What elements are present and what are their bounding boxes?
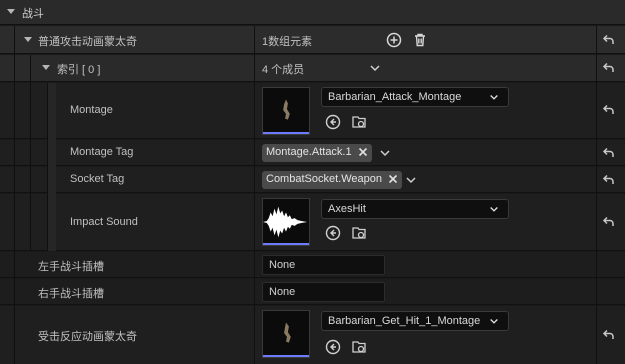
close-icon[interactable] <box>358 147 368 160</box>
hit-react-thumbnail[interactable] <box>262 310 310 358</box>
indent-guide <box>14 26 15 364</box>
left-hand-socket-label: 左手战斗插槽 <box>38 261 104 273</box>
socket-tag-label: Socket Tag <box>70 173 125 185</box>
chevron-down-icon[interactable] <box>403 172 419 188</box>
find-in-folder-icon[interactable] <box>351 225 367 241</box>
browse-arrow-icon[interactable] <box>325 339 341 355</box>
chevron-down-icon[interactable] <box>488 317 500 330</box>
montage-asset-name: Barbarian_Attack_Montage <box>328 91 462 103</box>
array-index-row: 索引 [ 0 ] 4 个成员 <box>0 55 625 82</box>
array-row-attack-montages: 普通攻击动画蒙太奇 1数组元素 <box>0 26 625 54</box>
impact-sound-thumbnail[interactable] <box>262 198 310 246</box>
index-summary: 4 个成员 <box>262 64 305 76</box>
right-hand-socket-input[interactable]: None <box>262 282 385 302</box>
chevron-down-icon[interactable] <box>367 60 383 76</box>
reset-arrow-icon[interactable] <box>601 32 617 48</box>
section-header-combat[interactable]: 战斗 <box>0 0 625 25</box>
left-hand-socket-row: 左手战斗插槽 None <box>0 252 625 278</box>
indent-guide <box>48 83 56 251</box>
find-in-folder-icon[interactable] <box>351 114 367 130</box>
montage-row: Montage Barbarian_Attack_Montage <box>0 83 625 139</box>
asset-type-bar <box>263 132 309 134</box>
montage-tag-row: Montage Tag Montage.Attack.1 <box>0 140 625 166</box>
collapse-triangle-icon[interactable] <box>7 9 15 14</box>
reset-arrow-icon[interactable] <box>601 327 617 343</box>
montage-thumbnail[interactable] <box>262 87 310 135</box>
close-icon[interactable] <box>388 174 398 187</box>
montage-label: Montage <box>70 104 113 116</box>
socket-tag-value: CombatSocket.Weapon <box>266 173 382 185</box>
chevron-down-icon[interactable] <box>377 145 393 161</box>
left-hand-socket-input[interactable]: None <box>262 255 385 275</box>
hit-react-asset-name: Barbarian_Get_Hit_1_Montage <box>328 315 481 327</box>
character-figure-icon <box>284 322 291 343</box>
find-in-folder-icon[interactable] <box>351 339 367 355</box>
right-hand-socket-value: None <box>269 286 296 298</box>
right-hand-socket-row: 右手战斗插槽 None <box>0 279 625 305</box>
asset-type-bar <box>263 355 309 357</box>
hit-react-asset-combo[interactable]: Barbarian_Get_Hit_1_Montage <box>321 311 509 331</box>
column-divider[interactable] <box>254 26 255 364</box>
montage-asset-combo[interactable]: Barbarian_Attack_Montage <box>321 87 509 107</box>
chevron-down-icon[interactable] <box>488 93 500 106</box>
reset-arrow-icon[interactable] <box>601 214 617 230</box>
reset-arrow-icon[interactable] <box>601 102 617 118</box>
reset-arrow-icon[interactable] <box>601 60 617 76</box>
waveform-icon <box>263 206 308 238</box>
impact-sound-label: Impact Sound <box>70 216 138 228</box>
hit-react-montage-row: 受击反应动画蒙太奇 Barbarian_Get_Hit_1_Montage <box>0 306 625 364</box>
hit-react-label: 受击反应动画蒙太奇 <box>38 331 137 343</box>
index-label: 索引 [ 0 ] <box>57 64 101 76</box>
asset-type-bar <box>263 243 309 245</box>
socket-tag-chip[interactable]: CombatSocket.Weapon <box>262 171 402 189</box>
impact-sound-asset-name: AxesHit <box>328 203 366 215</box>
reset-arrow-icon[interactable] <box>601 172 617 188</box>
array-label: 普通攻击动画蒙太奇 <box>38 36 137 48</box>
montage-tag-label: Montage Tag <box>70 146 134 158</box>
chevron-down-icon[interactable] <box>488 205 500 218</box>
column-divider-right <box>596 26 597 364</box>
browse-arrow-icon[interactable] <box>325 114 341 130</box>
expand-triangle-icon[interactable] <box>42 65 50 70</box>
impact-sound-combo[interactable]: AxesHit <box>321 199 509 219</box>
montage-tag-chip[interactable]: Montage.Attack.1 <box>262 144 372 162</box>
trash-icon[interactable] <box>412 32 428 48</box>
array-summary: 1数组元素 <box>262 36 313 48</box>
indent-guide <box>30 55 31 251</box>
left-hand-socket-value: None <box>269 259 296 271</box>
montage-tag-value: Montage.Attack.1 <box>266 146 352 158</box>
reset-arrow-icon[interactable] <box>601 145 617 161</box>
add-element-icon[interactable] <box>386 32 402 48</box>
browse-arrow-icon[interactable] <box>325 225 341 241</box>
right-hand-socket-label: 右手战斗插槽 <box>38 288 104 300</box>
socket-tag-row: Socket Tag CombatSocket.Weapon <box>0 167 625 193</box>
section-title: 战斗 <box>22 8 44 20</box>
expand-triangle-icon[interactable] <box>24 37 32 42</box>
character-figure-icon <box>283 99 290 120</box>
impact-sound-row: Impact Sound AxesHit <box>0 194 625 251</box>
